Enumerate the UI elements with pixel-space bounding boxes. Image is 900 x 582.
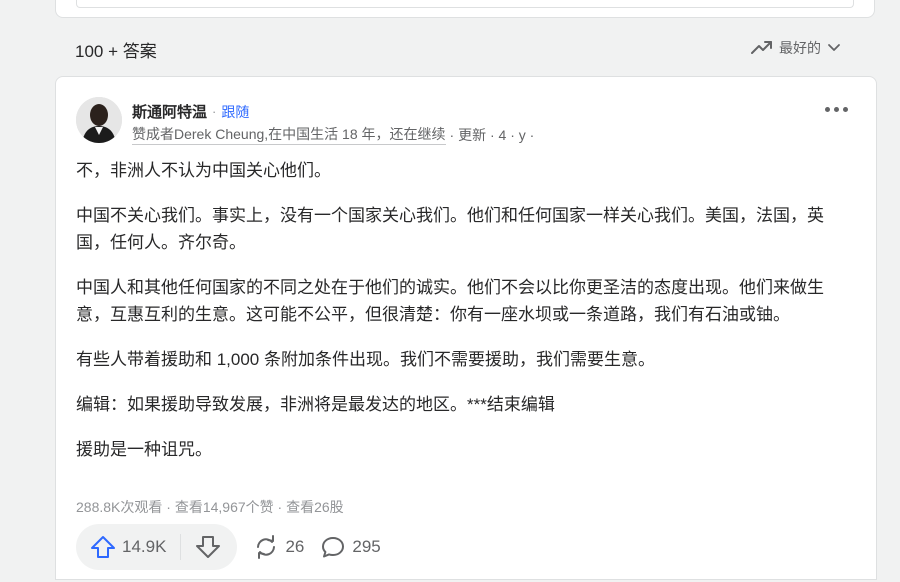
answer-paragraph: 编辑：如果援助导致发展，非洲将是最发达的地区。***结束编辑 [76, 395, 555, 414]
author-credential[interactable]: 赞成者Derek Cheung,在中国生活 18 年，还在继续 [132, 124, 446, 145]
stats-separator: · [162, 499, 175, 515]
arrow-up-icon [91, 536, 115, 558]
comment-count: 295 [352, 537, 381, 556]
author-photo [76, 97, 122, 143]
answer-paragraph: 中国人和其他任何国家的不同之处在于他们的诚实。他们不会以比你更圣洁的态度出现。他… [76, 278, 824, 324]
more-dot-icon [843, 107, 848, 112]
answer-stats: 288.8K次观看 · 查看14,967个赞 · 查看26股 [76, 497, 344, 517]
trending-icon [751, 41, 772, 54]
separator-dot: · [212, 104, 217, 119]
follow-button[interactable]: 跟随 [221, 102, 249, 122]
vote-pill: 14.9K [76, 524, 238, 570]
upvoters-link[interactable]: 查看14,967个赞 [175, 499, 274, 515]
upvote-count: 14.9K [122, 537, 167, 556]
views-count: 288.8K次观看 [76, 499, 163, 515]
answer-paragraph: 不，非洲人不认为中国关心他们。 [76, 161, 331, 180]
reshare-button[interactable]: 26 [253, 535, 304, 559]
answer-meta: · 更新 · 4 · y · [449, 126, 535, 143]
answer-paragraph: 有些人带着援助和 1,000 条附加条件出现。我们不需要援助，我们需要生意。 [76, 350, 655, 369]
upvote-button[interactable]: 14.9K [90, 535, 180, 559]
arrow-down-icon [196, 536, 221, 558]
previous-card [55, 0, 875, 18]
stats-separator: · [273, 499, 287, 515]
downvote-button[interactable] [181, 535, 237, 559]
sort-label: 最好的 [779, 40, 821, 56]
more-dot-icon [834, 107, 839, 112]
author-name[interactable]: 斯通阿特温 [132, 101, 207, 122]
answer-paragraph: 中国不关心我们。事实上，没有一个国家关心我们。他们和任何国家一样关心我们。美国，… [76, 206, 824, 252]
answer-card: 斯通阿特温 · 跟随 赞成者Derek Cheung,在中国生活 18 年，还在… [55, 76, 877, 580]
previous-card-input-box [76, 0, 854, 8]
comment-button[interactable]: 295 [320, 535, 381, 559]
comment-icon [322, 537, 345, 558]
reshare-count: 26 [285, 537, 305, 556]
answer-paragraph: 援助是一种诅咒。 [76, 440, 212, 459]
chevron-down-icon [828, 44, 840, 51]
more-options-button[interactable] [825, 107, 848, 112]
answer-body: 不，非洲人不认为中国关心他们。 中国不关心我们。事实上，没有一个国家关心我们。他… [76, 157, 852, 481]
answers-count: 100 + 答案 [75, 42, 157, 61]
answers-header: 100 + 答案 最好的 [55, 30, 875, 64]
avatar[interactable] [76, 97, 122, 143]
author-line: 斯通阿特温 · 跟随 [132, 101, 249, 122]
reshare-icon [257, 535, 276, 559]
shares-link[interactable]: 查看26股 [286, 499, 344, 515]
sort-dropdown[interactable]: 最好的 [751, 38, 841, 58]
more-dot-icon [825, 107, 830, 112]
credential-line: 赞成者Derek Cheung,在中国生活 18 年，还在继续 · 更新 · 4… [132, 124, 534, 145]
action-bar: 14.9K 26 295 [76, 523, 381, 571]
